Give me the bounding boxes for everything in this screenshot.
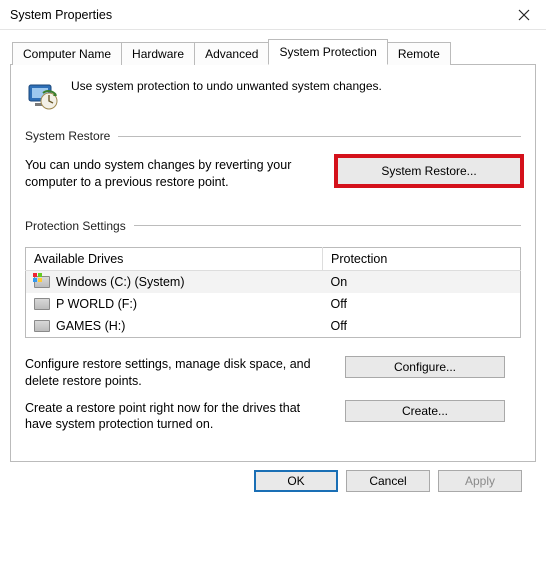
configure-button[interactable]: Configure... — [345, 356, 505, 378]
tab-panel: Use system protection to undo unwanted s… — [10, 65, 536, 462]
drive-status: Off — [323, 293, 521, 315]
drive-name: Windows (C:) (System) — [26, 270, 323, 293]
drive-status: Off — [323, 315, 521, 338]
drives-table[interactable]: Available Drives Protection Windows (C:)… — [25, 247, 521, 338]
drive-name: GAMES (H:) — [26, 315, 323, 338]
drive-status: On — [323, 270, 521, 293]
apply-button[interactable]: Apply — [438, 470, 522, 492]
system-restore-button[interactable]: System Restore... — [337, 157, 521, 185]
window-title: System Properties — [10, 8, 112, 22]
tab-system-protection[interactable]: System Protection — [268, 39, 387, 65]
col-available-drives[interactable]: Available Drives — [26, 247, 323, 270]
section-system-restore: System Restore — [25, 129, 110, 143]
table-row[interactable]: Windows (C:) (System)On — [26, 270, 521, 293]
drive-icon — [34, 320, 50, 332]
windows-drive-icon — [34, 276, 50, 288]
tab-strip: Computer Name Hardware Advanced System P… — [10, 38, 536, 65]
divider — [118, 136, 521, 137]
system-restore-description: You can undo system changes by reverting… — [25, 157, 317, 191]
cancel-button[interactable]: Cancel — [346, 470, 430, 492]
table-row[interactable]: GAMES (H:)Off — [26, 315, 521, 338]
close-icon[interactable] — [502, 0, 546, 30]
tab-remote[interactable]: Remote — [387, 42, 451, 65]
tab-advanced[interactable]: Advanced — [194, 42, 269, 65]
create-button[interactable]: Create... — [345, 400, 505, 422]
configure-description: Configure restore settings, manage disk … — [25, 356, 325, 390]
table-row[interactable]: P WORLD (F:)Off — [26, 293, 521, 315]
system-protection-icon — [25, 79, 59, 113]
create-description: Create a restore point right now for the… — [25, 400, 325, 434]
drive-icon — [34, 298, 50, 310]
drive-name: P WORLD (F:) — [26, 293, 323, 315]
intro-text: Use system protection to undo unwanted s… — [71, 79, 382, 93]
divider — [134, 225, 521, 226]
tab-hardware[interactable]: Hardware — [121, 42, 195, 65]
col-protection[interactable]: Protection — [323, 247, 521, 270]
ok-button[interactable]: OK — [254, 470, 338, 492]
tab-computer-name[interactable]: Computer Name — [12, 42, 122, 65]
section-protection-settings: Protection Settings — [25, 219, 126, 233]
